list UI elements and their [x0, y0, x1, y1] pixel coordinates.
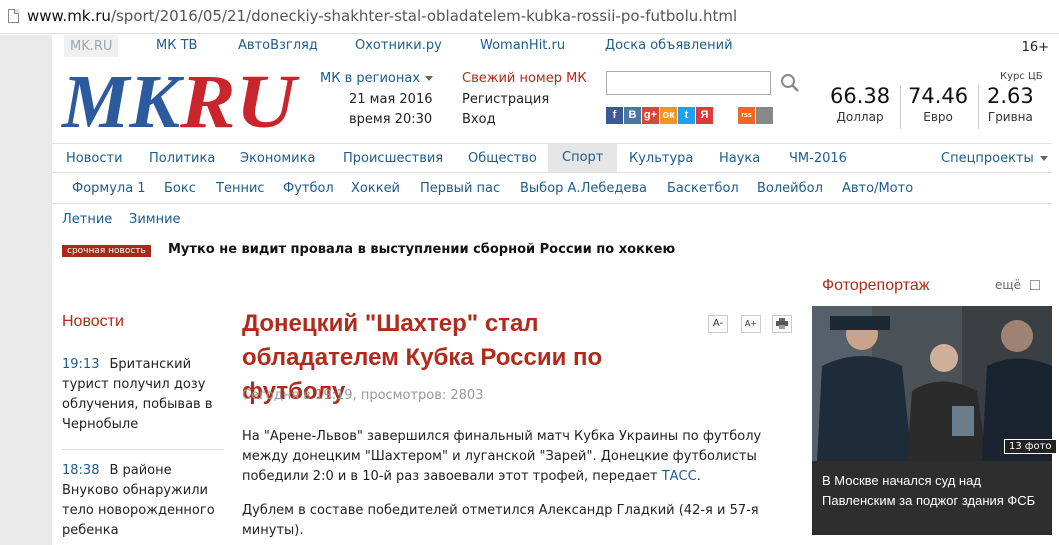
search-input[interactable] [606, 71, 771, 95]
subnav-tennis[interactable]: Теннис [216, 181, 265, 196]
toplink-mkru[interactable]: MK.RU [64, 35, 119, 57]
news-time: 19:13 [62, 357, 100, 372]
subnav-volleyball[interactable]: Волейбол [757, 181, 823, 196]
nav-item-sport[interactable]: Спорт [548, 144, 618, 172]
nav-item-wc2016[interactable]: ЧМ-2016 [789, 151, 847, 166]
photo-report-image[interactable] [812, 306, 1052, 461]
photo-count-badge: 13 фото [1004, 439, 1057, 454]
vkontakte-icon[interactable]: B [624, 107, 641, 124]
sport-subnav: Формула 1 Бокс Теннис Футбол Хоккей Перв… [52, 174, 1052, 204]
paragraph-end: . [696, 469, 701, 484]
font-increase-button[interactable]: A+ [741, 315, 761, 333]
subnav-hockey[interactable]: Хоккей [351, 181, 400, 196]
currency-label: Евро [923, 110, 953, 124]
photo-report-caption[interactable]: В Москве начался суд над Павленским за п… [812, 461, 1052, 535]
news-list-item[interactable]: 19:13 Британский турист получил дозу облу… [62, 355, 224, 435]
currency-value: 66.38 [830, 84, 891, 108]
currency-label: Доллар [836, 110, 884, 124]
nav-item-science[interactable]: Наука [719, 151, 760, 166]
more-link[interactable]: ещё [995, 278, 1021, 292]
header-date: 21 мая 2016 [349, 92, 433, 107]
header-time: время 20:30 [349, 112, 433, 127]
currency-eur: 74.46 Евро [908, 84, 968, 130]
divider [62, 449, 224, 450]
source-link[interactable]: ТАСС [662, 469, 697, 484]
page-icon [8, 9, 19, 23]
regions-dropdown[interactable]: МК в регионах [320, 71, 434, 86]
subnav-winter[interactable]: Зимние [129, 212, 181, 227]
subnav-auto-moto[interactable]: Авто/Мото [842, 181, 913, 196]
login-link[interactable]: Вход [462, 112, 496, 127]
toplink-ohotniki[interactable]: Охотники.ру [355, 38, 442, 53]
url-host: www.mk.ru [27, 7, 111, 25]
currency-divider [900, 85, 901, 129]
news-list-item[interactable]: 18:38 В районе Внуково обнаружили тело но… [62, 461, 224, 541]
toplink-womanhit[interactable]: WomanHit.ru [480, 38, 565, 53]
currency-uah: 2.63 Гривна [987, 84, 1034, 130]
search-icon[interactable] [780, 73, 800, 93]
urgent-badge: срочная новость [62, 245, 151, 257]
currency-value: 74.46 [908, 84, 969, 108]
address-bar[interactable]: www.mk.ru/sport/2016/05/21/doneckiy-shak… [0, 0, 1059, 34]
subnav-basketball[interactable]: Баскетбол [667, 181, 739, 196]
special-projects-label: Спецпроекты [941, 151, 1034, 166]
page: MK.RU МК ТВ АвтоВзгляд Охотники.ру Woman… [52, 35, 1059, 545]
svg-text:RU: RU [179, 65, 300, 137]
article-meta: Сегодня в 19:19, просмотров: 2803 [242, 388, 484, 403]
nav-item-news[interactable]: Новости [66, 151, 123, 166]
age-rating: 16+ [1021, 40, 1049, 55]
currency-label: Гривна [987, 110, 1033, 124]
currency-usd: 66.38 Доллар [830, 84, 890, 130]
print-button[interactable] [772, 315, 792, 333]
special-projects-dropdown[interactable]: Спецпроекты [941, 151, 1048, 166]
currency-divider [978, 85, 979, 129]
photo-report-heading[interactable]: Фоторепортаж [822, 277, 929, 295]
font-decrease-button[interactable]: A- [708, 315, 728, 333]
twitter-icon[interactable]: t [678, 107, 695, 124]
article-paragraph: Дублем в составе победителей отметился А… [242, 503, 759, 538]
facebook-icon[interactable]: f [606, 107, 623, 124]
url-text[interactable]: www.mk.ru/sport/2016/05/21/doneckiy-shak… [27, 7, 737, 25]
toplink-avtovzglyad[interactable]: АвтоВзгляд [238, 38, 318, 53]
subnav-summer[interactable]: Летние [62, 212, 112, 227]
subnav-boxing[interactable]: Бокс [164, 181, 196, 196]
subnav-lebedev[interactable]: Выбор А.Лебедева [520, 181, 647, 196]
svg-text:MK: MK [61, 65, 184, 137]
main-nav: Новости Политика Экономика Происшествия … [52, 143, 1052, 173]
news-time: 18:38 [62, 463, 100, 478]
nav-item-society[interactable]: Общество [468, 151, 537, 166]
subnav-football[interactable]: Футбол [283, 181, 334, 196]
regions-label: МК в регионах [320, 71, 421, 86]
network-links: MK.RU МК ТВ АвтоВзгляд Охотники.ру Woman… [52, 35, 1059, 60]
currency-header: Курс ЦБ [1000, 71, 1043, 82]
olympics-subnav: Летние Зимние [52, 205, 1052, 233]
toplink-mktv[interactable]: МК ТВ [156, 38, 197, 53]
article-paragraph: На "Арене-Львов" завершился финальный ма… [242, 427, 772, 487]
nav-item-economy[interactable]: Экономика [240, 151, 315, 166]
fresh-issue-link[interactable]: Свежий номер МК [462, 71, 587, 86]
news-heading[interactable]: Новости [62, 313, 124, 331]
urgent-headline[interactable]: Мутко не видит провала в выступлении сбо… [168, 242, 675, 257]
odnoklassniki-icon[interactable]: ок [660, 107, 677, 124]
more-icon[interactable] [1030, 280, 1040, 290]
nav-item-culture[interactable]: Культура [629, 151, 693, 166]
currency-value: 2.63 [987, 84, 1034, 108]
chevron-down-icon [425, 76, 434, 81]
google-plus-icon[interactable]: g+ [642, 107, 659, 124]
nav-item-politics[interactable]: Политика [149, 151, 215, 166]
mkru-logo[interactable]: MK RU [60, 65, 300, 137]
chevron-down-icon [1039, 156, 1048, 161]
apple-icon[interactable] [756, 107, 773, 124]
subnav-first-pass[interactable]: Первый пас [420, 181, 500, 196]
printer-icon [776, 318, 788, 329]
toplink-board[interactable]: Доска объявлений [605, 38, 733, 53]
nav-item-incidents[interactable]: Происшествия [343, 151, 443, 166]
rss-icon[interactable]: rss [738, 107, 755, 124]
yandex-icon[interactable]: Я [696, 107, 713, 124]
subnav-f1[interactable]: Формула 1 [72, 181, 146, 196]
register-link[interactable]: Регистрация [462, 92, 549, 107]
url-path: /sport/2016/05/21/doneckiy-shakhter-stal… [110, 7, 738, 25]
